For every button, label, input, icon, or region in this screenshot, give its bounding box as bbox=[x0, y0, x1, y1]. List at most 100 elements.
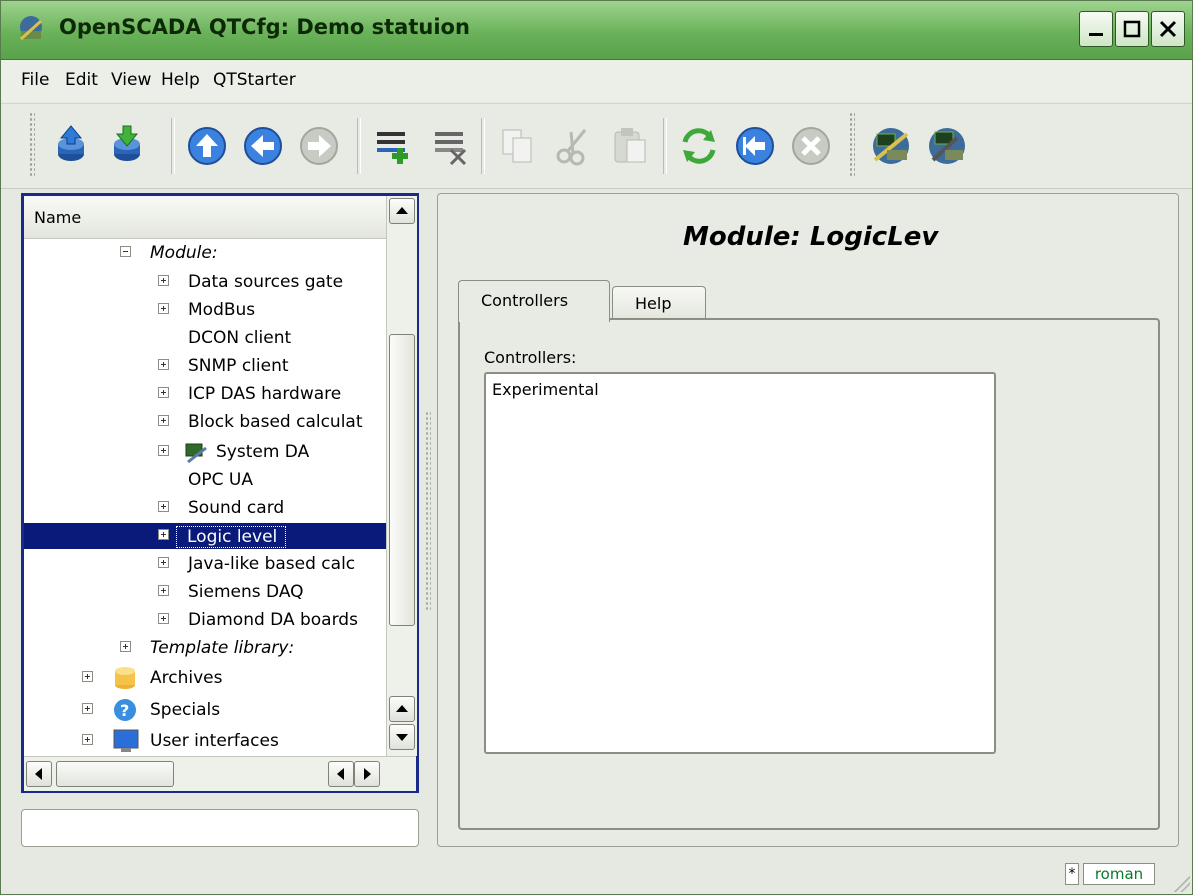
controllers-list[interactable]: Experimental bbox=[484, 372, 996, 754]
title-bar[interactable]: OpenSCADA QTCfg: Demo statuion bbox=[1, 1, 1192, 60]
menu-edit[interactable]: Edit bbox=[65, 70, 98, 90]
tree-item[interactable]: Sound card bbox=[24, 495, 384, 521]
system-da-icon bbox=[185, 443, 207, 464]
expand-icon[interactable] bbox=[120, 641, 131, 652]
tree-item[interactable]: SNMP client bbox=[24, 353, 384, 379]
expand-icon[interactable] bbox=[158, 387, 169, 398]
tree-item[interactable]: Siemens DAQ bbox=[24, 579, 384, 605]
menu-qtstarter[interactable]: QTStarter bbox=[213, 70, 296, 90]
tree-item[interactable]: OPC UA bbox=[24, 467, 384, 493]
paste-icon[interactable] bbox=[607, 124, 651, 168]
stop-icon[interactable] bbox=[789, 124, 833, 168]
tree-item-module[interactable]: Module: bbox=[24, 240, 384, 266]
expand-icon[interactable] bbox=[158, 445, 169, 456]
toolbar-grip[interactable] bbox=[849, 112, 855, 178]
expand-icon[interactable] bbox=[158, 501, 169, 512]
tab-controllers[interactable]: Controllers bbox=[458, 280, 610, 322]
resize-grip-icon[interactable] bbox=[1174, 876, 1190, 892]
help-circle-icon: ? bbox=[114, 699, 136, 721]
tree-item-template-library[interactable]: Template library: bbox=[24, 635, 384, 661]
tree-item[interactable]: ICP DAS hardware bbox=[24, 381, 384, 407]
tree-item[interactable]: Java-like based calc bbox=[24, 551, 384, 577]
list-item[interactable]: Experimental bbox=[492, 380, 599, 399]
tool-vision-icon[interactable] bbox=[869, 124, 913, 168]
expand-icon[interactable] bbox=[158, 529, 169, 540]
refresh-icon[interactable] bbox=[677, 124, 721, 168]
tree-header[interactable]: Name bbox=[24, 196, 386, 239]
expand-icon[interactable] bbox=[158, 613, 169, 624]
expand-icon[interactable] bbox=[82, 703, 93, 714]
tree-header-name: Name bbox=[34, 208, 82, 227]
toolbar-separator bbox=[357, 118, 361, 174]
menu-file[interactable]: File bbox=[21, 70, 49, 90]
delete-item-icon[interactable] bbox=[429, 124, 473, 168]
copy-icon[interactable] bbox=[495, 124, 539, 168]
tab-panel-controllers: Controllers: Experimental bbox=[458, 318, 1160, 830]
tree-vertical-scrollbar[interactable] bbox=[386, 196, 417, 756]
collapse-icon[interactable] bbox=[120, 246, 131, 257]
scroll-up-button[interactable] bbox=[389, 696, 415, 722]
scroll-up-button[interactable] bbox=[389, 198, 415, 224]
tab-help[interactable]: Help bbox=[612, 286, 706, 320]
minimize-button[interactable] bbox=[1079, 11, 1113, 47]
forward-icon[interactable] bbox=[297, 124, 341, 168]
menu-bar: File Edit View Help QTStarter bbox=[1, 60, 1192, 102]
back-icon[interactable] bbox=[241, 124, 285, 168]
expand-icon[interactable] bbox=[158, 557, 169, 568]
toolbar-separator bbox=[663, 118, 667, 174]
svg-text:?: ? bbox=[120, 701, 129, 720]
tree-item[interactable]: Block based calculat bbox=[24, 409, 384, 435]
expand-icon[interactable] bbox=[158, 415, 169, 426]
current-user[interactable]: roman bbox=[1083, 863, 1155, 885]
start-icon[interactable] bbox=[733, 124, 777, 168]
scroll-left-button[interactable] bbox=[26, 761, 52, 787]
expand-icon[interactable] bbox=[158, 359, 169, 370]
tree-item[interactable]: ModBus bbox=[24, 297, 384, 323]
up-icon[interactable] bbox=[185, 124, 229, 168]
tree-item[interactable]: Data sources gate bbox=[24, 269, 384, 295]
minimize-icon bbox=[1089, 33, 1103, 36]
modified-indicator: * bbox=[1065, 863, 1079, 885]
arrow-right-icon bbox=[364, 768, 371, 780]
archive-icon bbox=[115, 667, 135, 689]
expand-icon[interactable] bbox=[82, 671, 93, 682]
main-window: OpenSCADA QTCfg: Demo statuion File Edit… bbox=[0, 0, 1193, 895]
close-icon bbox=[1159, 20, 1177, 38]
maximize-button[interactable] bbox=[1115, 11, 1149, 47]
tree-item-selected[interactable]: Logic level bbox=[24, 523, 386, 549]
splitter-handle[interactable] bbox=[425, 411, 431, 611]
scroll-left-button[interactable] bbox=[328, 761, 354, 787]
tree-item[interactable]: DCON client bbox=[24, 325, 384, 351]
tree-item[interactable]: System DA bbox=[24, 439, 384, 465]
tree-item-archives[interactable]: Archives bbox=[24, 665, 384, 691]
menu-help[interactable]: Help bbox=[161, 70, 200, 90]
scrollbar-thumb[interactable] bbox=[389, 334, 415, 626]
expand-icon[interactable] bbox=[158, 303, 169, 314]
tree-horizontal-scrollbar[interactable] bbox=[24, 756, 416, 791]
db-save-icon[interactable] bbox=[105, 124, 149, 168]
tree-item-user-interfaces[interactable]: User interfaces bbox=[24, 728, 384, 754]
toolbar-grip[interactable] bbox=[29, 112, 35, 178]
add-item-icon[interactable] bbox=[371, 124, 415, 168]
scroll-down-button[interactable] bbox=[389, 724, 415, 750]
scrollbar-thumb[interactable] bbox=[56, 761, 174, 787]
close-button[interactable] bbox=[1151, 11, 1185, 47]
monitor-icon bbox=[113, 729, 139, 752]
cut-icon[interactable] bbox=[551, 124, 595, 168]
expand-icon[interactable] bbox=[158, 275, 169, 286]
toolbar-separator bbox=[481, 118, 485, 174]
tree-item[interactable]: Diamond DA boards bbox=[24, 607, 384, 633]
arrow-up-icon bbox=[396, 207, 408, 214]
arrow-down-icon bbox=[396, 734, 408, 741]
tool-config-icon[interactable] bbox=[925, 124, 969, 168]
openscada-icon bbox=[19, 16, 43, 41]
expand-icon[interactable] bbox=[158, 585, 169, 596]
menu-view[interactable]: View bbox=[111, 70, 151, 90]
tree-item-specials[interactable]: ? Specials bbox=[24, 697, 384, 723]
scroll-right-button[interactable] bbox=[354, 761, 380, 787]
navigation-tree[interactable]: Name Module: Data sources gate ModBus DC… bbox=[21, 193, 419, 793]
path-input[interactable] bbox=[21, 809, 419, 847]
page-title: Module: LogicLev bbox=[683, 222, 939, 252]
db-load-icon[interactable] bbox=[49, 124, 93, 168]
expand-icon[interactable] bbox=[82, 734, 93, 745]
